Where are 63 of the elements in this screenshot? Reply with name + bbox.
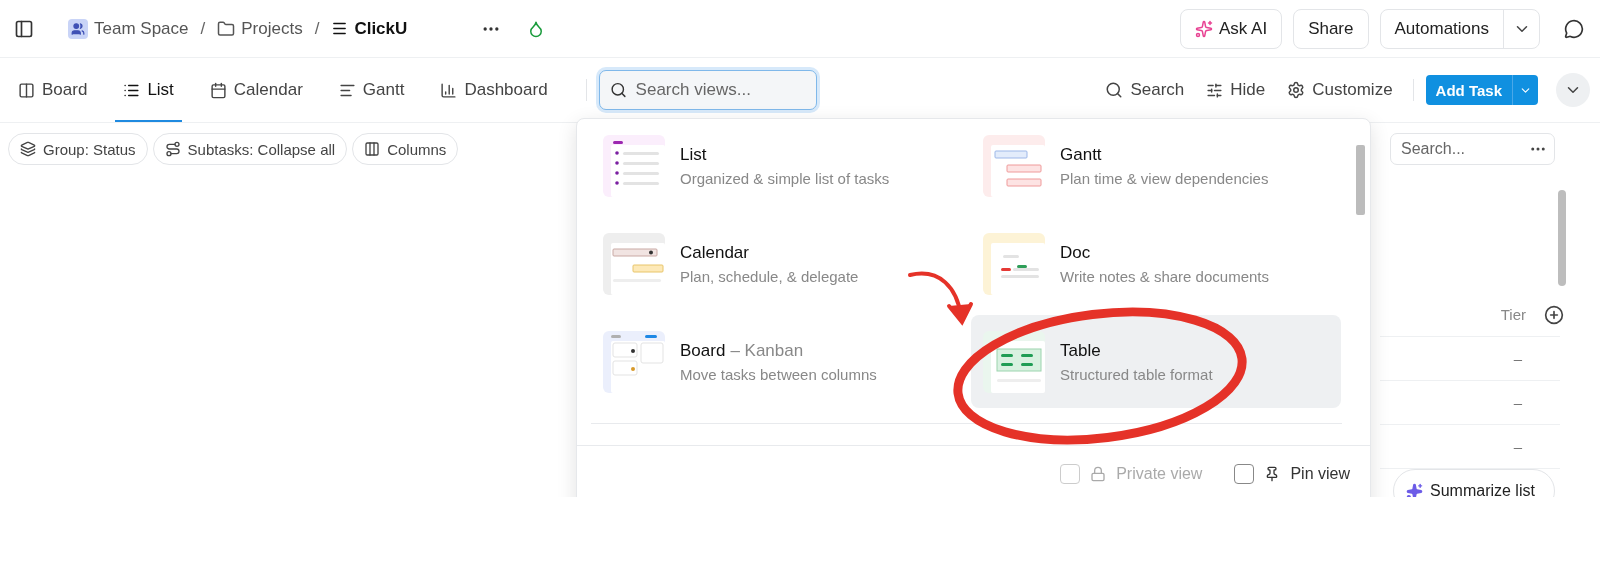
search-views-field[interactable]: Search views... [598, 70, 817, 110]
view-title: List [680, 144, 707, 165]
automations-button[interactable]: Automations [1380, 9, 1503, 48]
chevron-down-icon[interactable] [1556, 73, 1590, 107]
scrollbar-thumb[interactable] [1356, 145, 1365, 215]
view-title: Table [1060, 340, 1101, 361]
view-tab[interactable]: Dashboard [432, 58, 556, 122]
view-description: Structured table format [1060, 365, 1213, 383]
column-header: Tier [1500, 306, 1526, 323]
table-cell: – [1513, 394, 1522, 411]
breadcrumb-link[interactable]: Team Space [66, 16, 191, 41]
settings-icon [1287, 81, 1306, 99]
subtasks-icon [164, 141, 181, 157]
view-description: Plan, schedule, & delegate [680, 267, 859, 285]
filter-chip[interactable]: Group: Status [8, 133, 148, 165]
toolbar-button[interactable]: Search [1099, 80, 1191, 100]
view-description: Write notes & share documents [1060, 267, 1269, 285]
view-tab[interactable]: List [115, 58, 182, 122]
breadcrumb-link[interactable]: ClickU [329, 16, 410, 41]
breadcrumb-link[interactable]: Projects [215, 16, 305, 41]
ask-ai-button[interactable]: Ask AI [1179, 8, 1283, 49]
view-tab[interactable]: Board [10, 58, 96, 122]
view-title: Doc [1060, 242, 1091, 263]
add-column-icon[interactable] [1544, 304, 1564, 325]
view-title: Gantt [1060, 144, 1102, 165]
sliders-icon [1206, 81, 1224, 99]
toolbar-button[interactable]: Customize [1281, 80, 1399, 100]
share-button[interactable]: Share [1293, 8, 1369, 49]
view-tab[interactable]: Calendar [201, 58, 311, 122]
team-icon [68, 18, 88, 39]
breadcrumb-separator: / [314, 18, 320, 39]
board-icon [18, 81, 35, 99]
toolbar-button[interactable]: Hide [1200, 80, 1272, 100]
breadcrumb-separator: / [200, 18, 206, 39]
lock-icon [1090, 465, 1107, 482]
filter-chip[interactable]: Subtasks: Collapse all [152, 133, 348, 165]
pin-view-checkbox[interactable]: Pin view [1234, 463, 1350, 484]
filter-chip[interactable]: Columns [352, 133, 459, 165]
columns-icon [364, 141, 381, 157]
view-tab[interactable]: Gantt [330, 58, 413, 122]
sparkle-icon [1194, 19, 1213, 38]
list-icon [331, 20, 349, 37]
scrollbar-thumb[interactable] [1558, 190, 1566, 286]
board-view-thumbnail [603, 330, 665, 393]
search-icon [609, 81, 627, 99]
table-cell: – [1513, 438, 1522, 455]
view-description: Plan time & view dependencies [1060, 169, 1269, 187]
search-icon [1105, 81, 1124, 99]
layers-icon [20, 141, 36, 157]
table-cell: – [1513, 350, 1522, 367]
view-subtitle: – Kanban [730, 340, 804, 361]
list-search-field[interactable]: Search... [1390, 133, 1555, 165]
calendar-icon [209, 81, 227, 99]
view-title: Calendar [680, 242, 749, 263]
chart-icon [440, 81, 458, 99]
view-description: Organized & simple list of tasks [680, 169, 890, 187]
summarize-list-button[interactable]: Summarize list [1393, 469, 1555, 497]
folder-icon [217, 19, 236, 38]
view-title: Board [680, 340, 726, 361]
annotation-arrow [908, 271, 973, 326]
view-description: Move tasks between columns [680, 365, 877, 383]
sparkle-icon [1406, 482, 1423, 497]
view-option[interactable]: Table Structured table format [971, 315, 1341, 408]
